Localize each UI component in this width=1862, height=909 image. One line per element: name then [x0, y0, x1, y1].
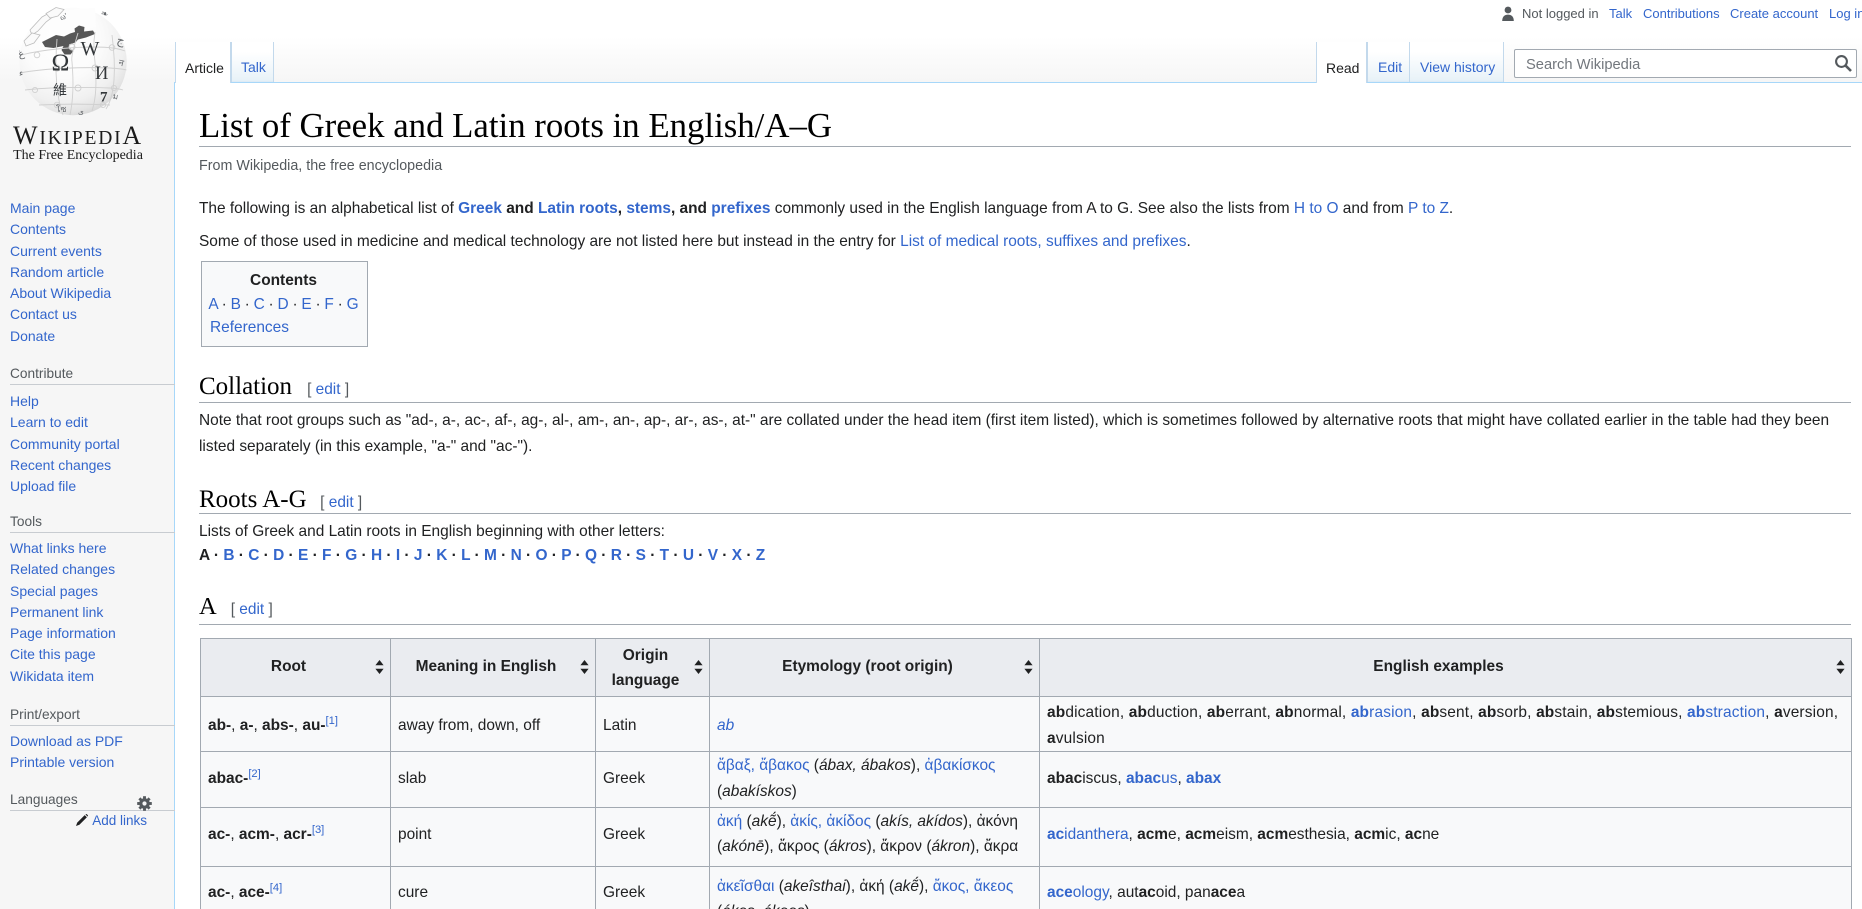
svg-text:ی: ی: [78, 107, 84, 116]
svg-text:Ω: Ω: [52, 51, 70, 77]
svg-text:W: W: [81, 38, 100, 60]
svg-text:7: 7: [100, 90, 108, 106]
svg-text:維: 維: [53, 83, 67, 99]
svg-text:ء: ء: [19, 68, 23, 78]
svg-text:โซ: โซ: [56, 104, 67, 114]
svg-text:ม: ม: [112, 92, 119, 102]
svg-text:И: И: [95, 64, 108, 84]
